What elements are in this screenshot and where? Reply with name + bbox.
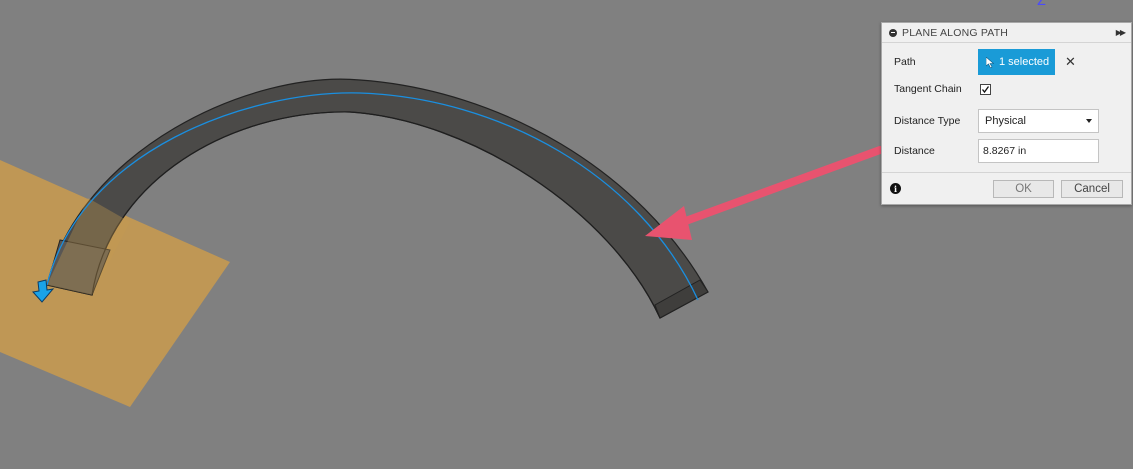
distance-type-value: Physical: [985, 115, 1026, 127]
distance-input[interactable]: 8.8267 in: [978, 139, 1099, 163]
distance-type-row: Distance Type Physical: [894, 109, 1099, 133]
path-row: Path 1 selected ✕: [894, 49, 1076, 75]
distance-row: Distance 8.8267 in: [894, 139, 1099, 163]
clear-icon[interactable]: ✕: [1065, 54, 1076, 70]
z-axis-label: Z: [1037, 0, 1046, 9]
dialog-footer: i OK Cancel: [882, 172, 1131, 204]
plane-along-path-dialog: PLANE ALONG PATH ▶▶ Path 1 selected ✕ Ta…: [881, 22, 1132, 205]
path-selection-label: 1 selected: [999, 56, 1050, 68]
dialog-header[interactable]: PLANE ALONG PATH ▶▶: [882, 23, 1131, 43]
info-icon[interactable]: i: [890, 183, 901, 194]
chevron-down-icon: [1086, 119, 1092, 123]
ok-button[interactable]: OK: [993, 179, 1054, 198]
tangent-chain-checkbox[interactable]: [980, 83, 991, 95]
distance-type-select[interactable]: Physical: [978, 109, 1099, 133]
cancel-button[interactable]: Cancel: [1061, 179, 1123, 198]
distance-type-label: Distance Type: [894, 115, 961, 127]
dialog-title: PLANE ALONG PATH: [902, 26, 1009, 39]
tangent-chain-row: Tangent Chain: [894, 83, 991, 95]
collapse-icon[interactable]: [889, 28, 897, 37]
tangent-chain-label: Tangent Chain: [894, 83, 962, 95]
annotation-arrow: [645, 146, 884, 240]
expand-icon[interactable]: ▶▶: [1116, 28, 1126, 37]
path-selection-button[interactable]: 1 selected: [978, 49, 1055, 75]
path-label: Path: [894, 56, 916, 68]
cursor-icon: [986, 56, 994, 68]
distance-label: Distance: [894, 145, 935, 157]
